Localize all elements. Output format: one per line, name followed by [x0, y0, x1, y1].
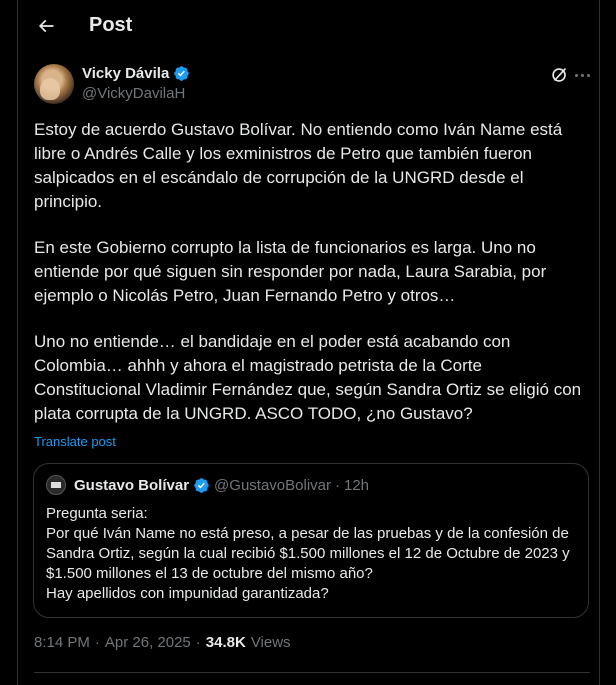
avatar[interactable] — [34, 64, 74, 104]
author-handle[interactable]: @VickyDavilaH — [82, 85, 185, 102]
grok-icon[interactable] — [549, 64, 571, 86]
quote-author-handle: @GustavoBolivar — [214, 476, 331, 494]
tweet-paragraph: En este Gobierno corrupto la lista de fu… — [34, 238, 547, 305]
meta-separator: · — [94, 634, 100, 651]
quote-line: Por qué Iván Name no está preso, a pesar… — [46, 525, 570, 582]
page-title: Post — [89, 14, 133, 36]
more-options-icon[interactable] — [575, 68, 593, 82]
translate-post-link[interactable]: Translate post — [34, 434, 116, 449]
tweet-paragraph: Uno no entiende… el bandidaje en el pode… — [34, 332, 582, 423]
column-border-left — [17, 0, 18, 685]
back-button[interactable] — [32, 12, 60, 40]
verified-badge-icon — [194, 477, 209, 493]
quote-author-name[interactable]: Gustavo Bolívar — [74, 477, 189, 494]
post-author: Vicky Dávila @VickyDavilaH — [34, 64, 590, 108]
post-meta: 8:14 PM · Apr 26, 2025 · 34.8K Views — [34, 634, 291, 651]
column-border-right — [599, 0, 600, 685]
quote-avatar[interactable] — [46, 475, 66, 495]
arrow-left-icon — [38, 19, 54, 33]
author-name[interactable]: Vicky Dávila — [82, 65, 169, 82]
post-date[interactable]: Apr 26, 2025 — [105, 634, 191, 651]
quote-time[interactable]: 12h — [344, 477, 369, 494]
post-header: Post — [18, 0, 599, 52]
quote-line: Pregunta seria: — [46, 505, 148, 522]
tweet-text: Estoy de acuerdo Gustavo Bolívar. No ent… — [34, 118, 590, 448]
post-time[interactable]: 8:14 PM — [34, 634, 90, 651]
views-label: Views — [250, 634, 291, 651]
quoted-post[interactable]: Gustavo Bolívar @GustavoBolivar · 12h Pr… — [33, 463, 589, 618]
divider — [34, 672, 590, 673]
verified-badge-icon[interactable] — [173, 65, 190, 82]
tweet-paragraph: Estoy de acuerdo Gustavo Bolívar. No ent… — [34, 120, 563, 211]
views-count: 34.8K — [205, 634, 246, 651]
quote-separator: · — [335, 476, 340, 494]
meta-separator: · — [195, 634, 201, 651]
quote-line: Hay apellidos con impunidad garantizada? — [46, 585, 329, 602]
quote-text: Pregunta seria: Por qué Iván Name no est… — [46, 504, 578, 604]
